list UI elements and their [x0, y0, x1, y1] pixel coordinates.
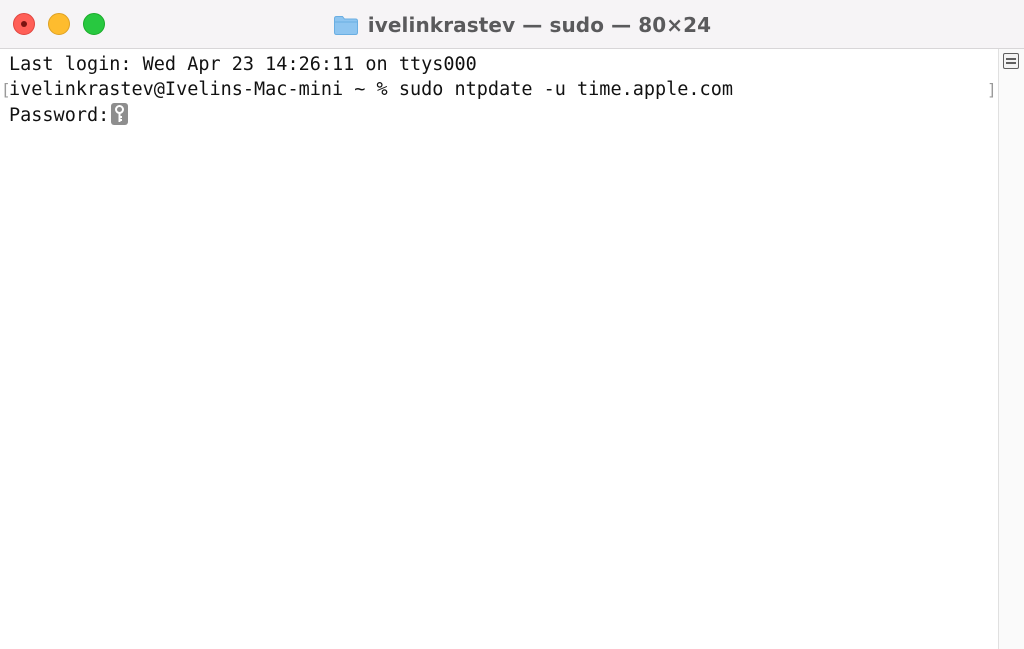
terminal-content[interactable]: Last login: Wed Apr 23 14:26:11 on ttys0…: [0, 49, 998, 649]
prompt-mark-right: ]: [987, 80, 997, 99]
title-area: ivelinkrastev — sudo — 80×24: [0, 0, 1024, 49]
title-bar[interactable]: ivelinkrastev — sudo — 80×24: [0, 0, 1024, 49]
folder-icon: [333, 15, 358, 35]
split-pane-icon[interactable]: [1003, 53, 1019, 69]
password-prompt: Password:: [9, 105, 110, 126]
close-button[interactable]: [13, 13, 35, 35]
window-title: ivelinkrastev — sudo — 80×24: [367, 12, 712, 37]
zoom-button[interactable]: [83, 13, 105, 35]
terminal-line-last-login: Last login: Wed Apr 23 14:26:11 on ttys0…: [9, 54, 477, 75]
terminal-line-password: Password:: [9, 103, 129, 128]
minimize-button[interactable]: [48, 13, 70, 35]
close-dot-icon: [21, 21, 27, 27]
terminal-window: ivelinkrastev — sudo — 80×24 Last login:…: [0, 0, 1024, 649]
terminal-line-command: ivelinkrastev@Ivelins-Mac-mini ~ % sudo …: [9, 79, 733, 100]
key-icon: [111, 103, 129, 125]
scrollbar[interactable]: [998, 49, 1024, 649]
